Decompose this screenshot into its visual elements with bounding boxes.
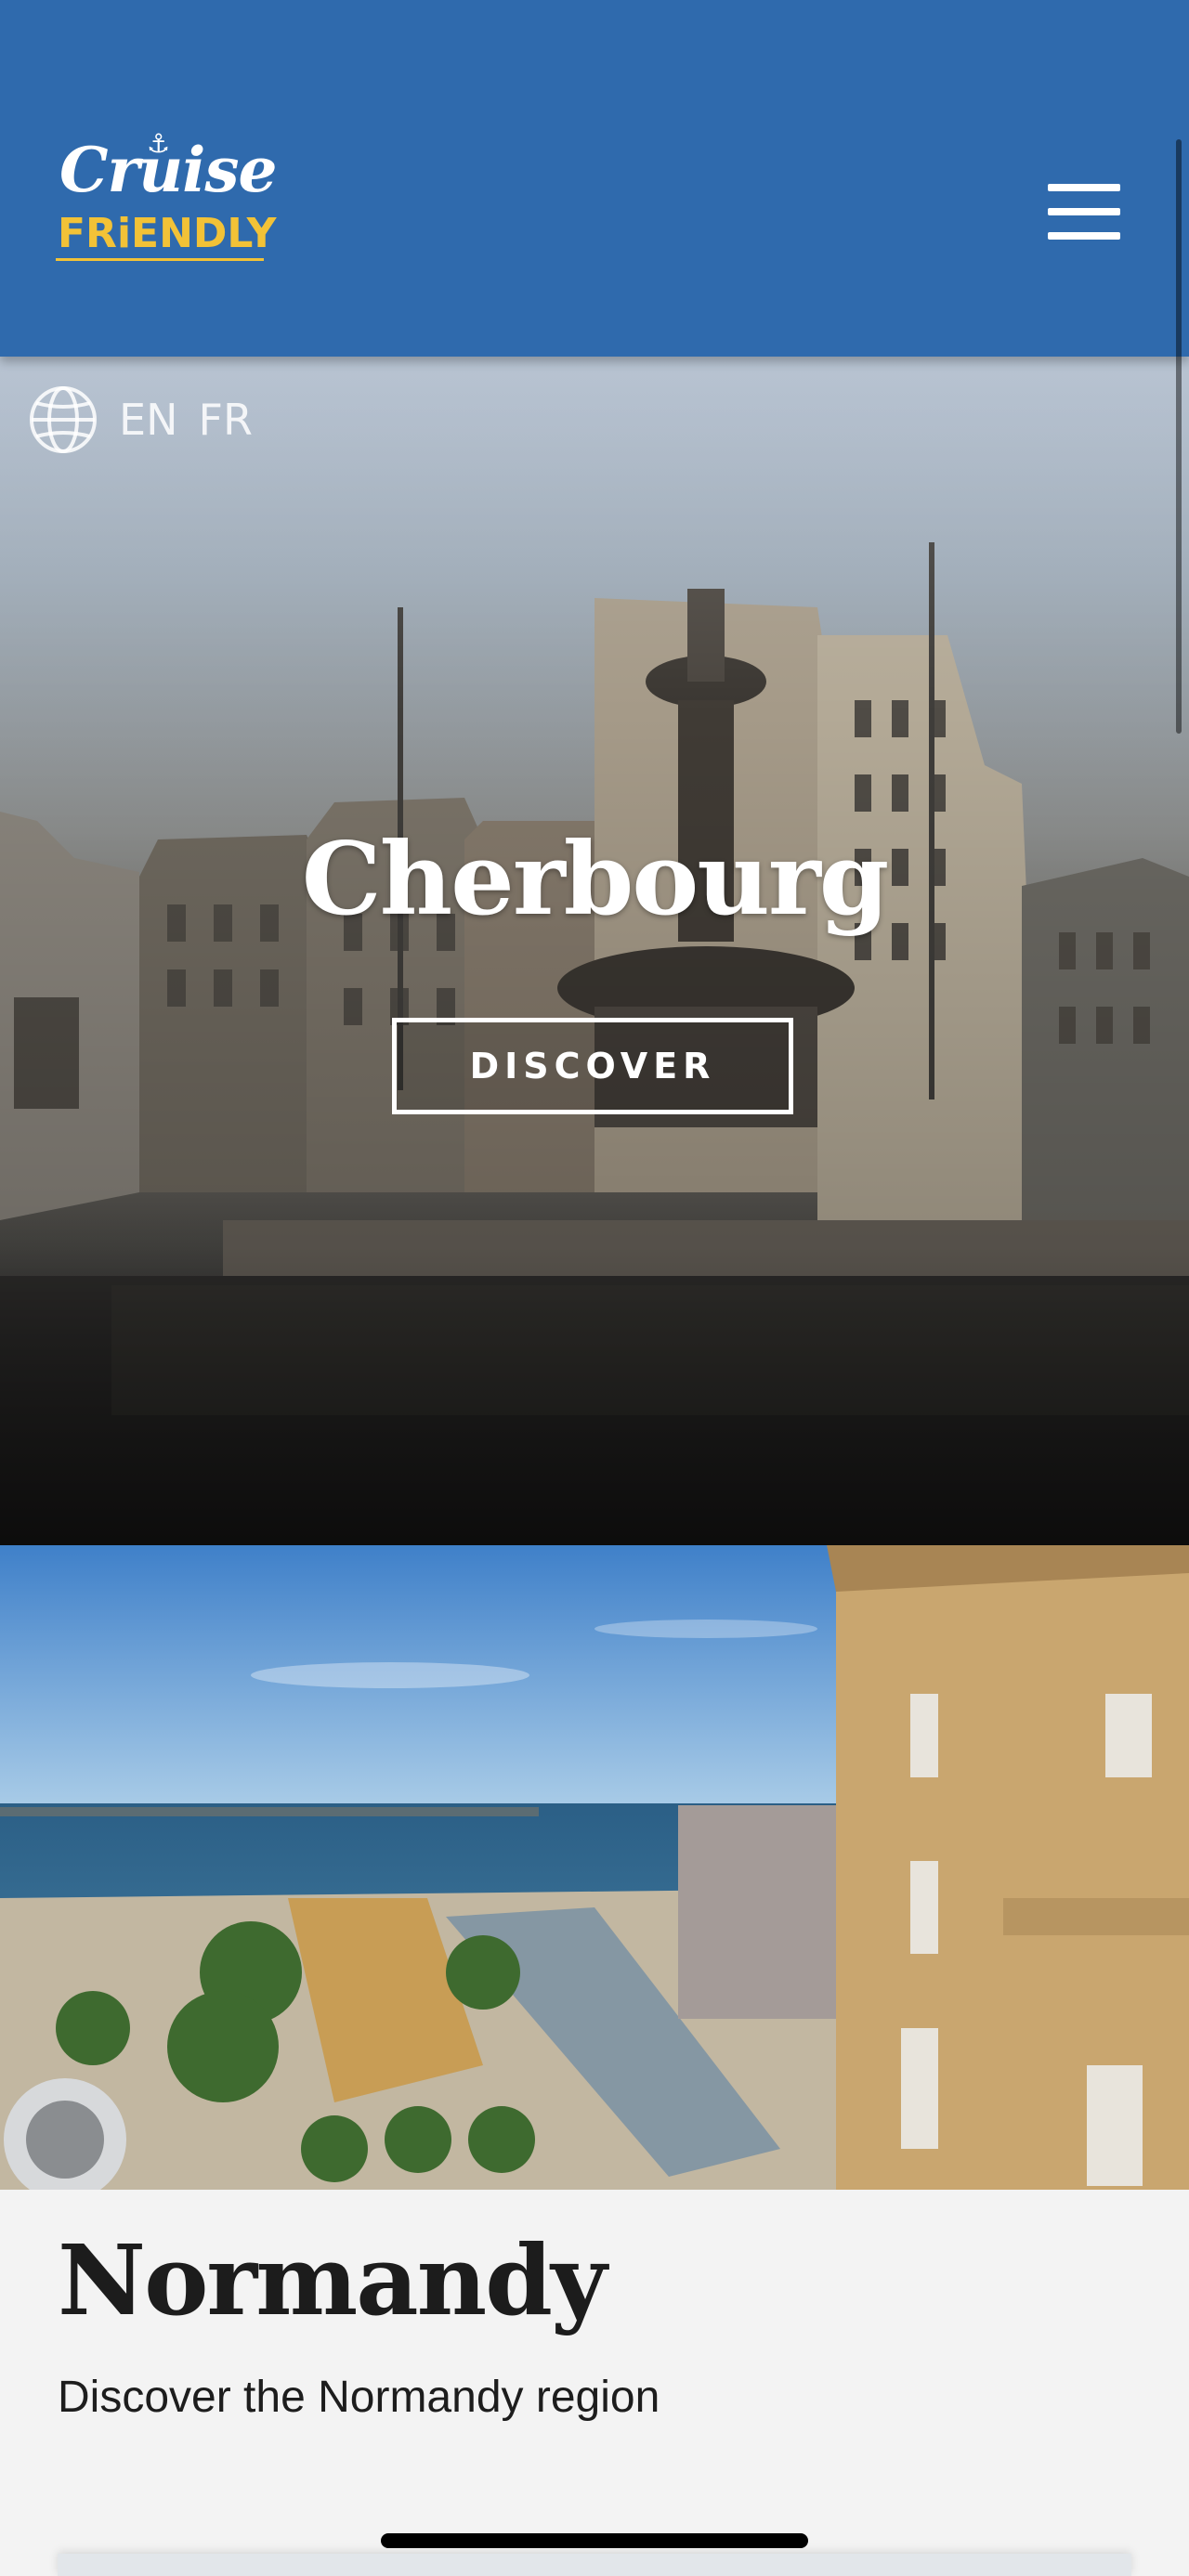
normandy-landscape-image <box>0 1545 1189 2190</box>
globe-icon <box>30 386 97 453</box>
menu-bar-bottom <box>1048 232 1120 240</box>
menu-bar-top <box>1048 184 1120 191</box>
hero-cherbourg: EN FR Cherbourg DISCOVER <box>0 357 1189 1545</box>
hamburger-menu-icon[interactable] <box>1048 184 1120 240</box>
discover-button[interactable]: DISCOVER <box>392 1018 793 1114</box>
hero-overlay <box>0 357 1189 1545</box>
logo-underline <box>56 258 264 261</box>
language-option-en[interactable]: EN <box>119 395 177 445</box>
language-option-fr[interactable]: FR <box>198 395 252 445</box>
logo-text-friendly: FRiENDLY <box>58 210 277 257</box>
logo-text-cruise: Cruise <box>59 134 278 206</box>
menu-bar-middle <box>1048 208 1120 215</box>
region-title: Normandy <box>58 2223 607 2337</box>
cruise-friendly-logo[interactable]: ⚓ Cruise FRiENDLY <box>54 128 278 269</box>
region-subtitle: Discover the Normandy region <box>58 2373 660 2422</box>
normandy-photo <box>0 1545 1189 2190</box>
next-card-peek <box>58 2554 1131 2576</box>
home-indicator[interactable] <box>381 2533 808 2548</box>
top-navigation-bar: ⚓ Cruise FRiENDLY <box>0 0 1189 357</box>
scroll-indicator[interactable] <box>1176 139 1182 734</box>
language-switcher: EN FR <box>28 384 253 455</box>
hero-title: Cherbourg <box>301 821 890 938</box>
